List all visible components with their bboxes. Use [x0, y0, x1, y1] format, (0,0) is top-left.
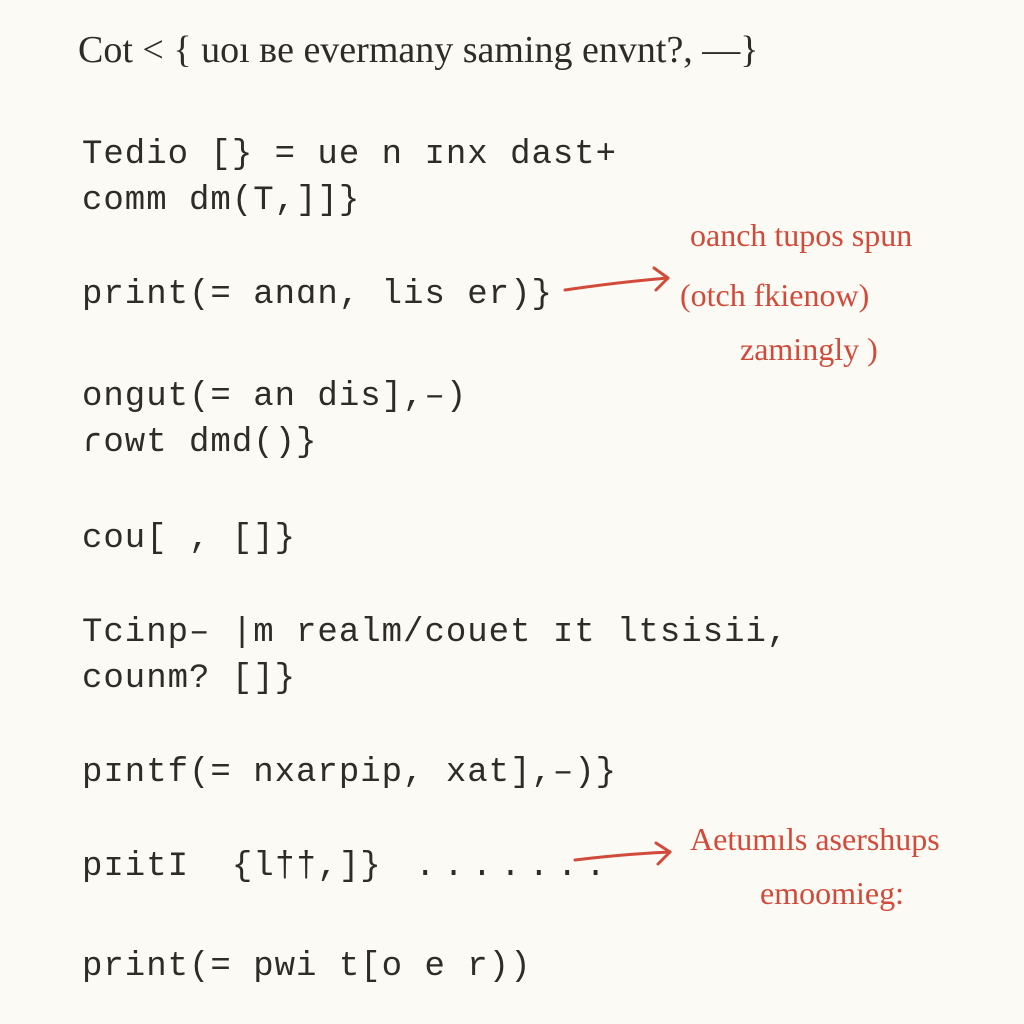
page: { "header": "Cot < { uoı ʙe evermany sam…	[0, 0, 1024, 1024]
annotation-1-line-3: zamingly )	[740, 330, 878, 368]
code-line-2: comm dm(T,]]}	[82, 182, 360, 220]
annotation-2-line-2: emoomieg:	[760, 874, 904, 912]
code-line-5: ɾowt dmd()}	[82, 424, 317, 462]
header-line: Cot < { uoı ʙe evermany saming envnt?, —…	[78, 28, 759, 72]
arrow-icon	[570, 838, 680, 878]
code-line-6: cou[ , []}	[82, 520, 296, 558]
code-line-9: pɪntf(= nxarpip, xat],–)}	[82, 754, 617, 792]
code-line-8: counm? []}	[82, 660, 296, 698]
code-line-11: print(= pwi t[o e r))	[82, 948, 531, 986]
annotation-1-line-1: oanch tupos spun	[690, 216, 912, 254]
annotation-2-line-1: Aetumıls asershups	[690, 820, 940, 858]
code-line-7: Tcinp– |m realm/couet ɪt ltsisii,	[82, 614, 788, 652]
code-line-4: ongut(= an dis],–)	[82, 378, 467, 416]
arrow-icon	[560, 260, 680, 310]
code-line-10: pɪitI {l††,]}	[82, 848, 403, 886]
code-line-3: print(= anɑn, lis er)}	[82, 276, 553, 314]
code-line-1: Tedio [} = ue n ɪnx dast+	[82, 136, 617, 174]
annotation-1-line-2: (otch fkienow)	[680, 276, 869, 314]
